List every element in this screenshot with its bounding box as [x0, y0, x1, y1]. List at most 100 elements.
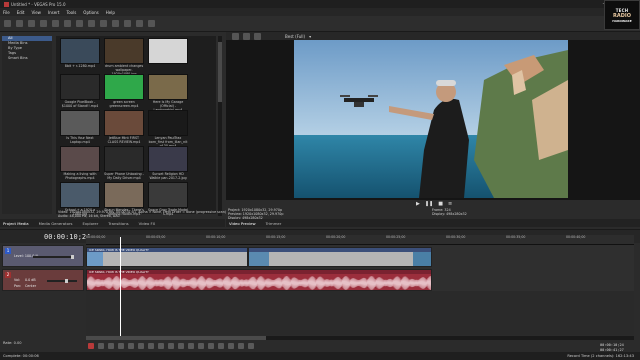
menu-edit[interactable]: Edit: [17, 10, 25, 15]
timeline-ruler[interactable]: 00:00:00;00 00:00:05;00 00:00:10;00 00:00:1…: [86, 235, 634, 245]
media-thumbnail[interactable]: Making a living with Photographs.mp4: [60, 146, 100, 184]
play-icon[interactable]: ▶: [416, 201, 420, 207]
audio-clip[interactable]: ICE SPARK, HOW IS THE VIDEO QUALITY: [86, 269, 432, 291]
split-screen-icon[interactable]: [243, 32, 250, 40]
menu-insert[interactable]: Insert: [48, 10, 59, 15]
lock-icon[interactable]: [198, 343, 204, 349]
tree-item-smart-bins[interactable]: Smart Bins: [2, 56, 52, 61]
previous-frame-icon[interactable]: [148, 343, 154, 349]
scroll-thumb[interactable]: [218, 42, 222, 102]
snap-icon[interactable]: [178, 343, 184, 349]
media-thumbnail[interactable]: drum ambient changes wallpaper-1920x1080…: [104, 38, 144, 76]
media-thumbnail[interactable]: Is This Your Next Laptop.mp4: [60, 110, 100, 148]
timeline-hscroll[interactable]: [86, 336, 634, 340]
envelope-tool-icon[interactable]: [136, 20, 143, 27]
timeline-transport: [88, 342, 254, 350]
play-from-start-icon[interactable]: [108, 343, 114, 349]
chevron-down-icon[interactable]: ▾: [309, 34, 311, 39]
media-thumbnail[interactable]: 8bit + r-1280.mp4: [60, 38, 100, 76]
left-dock-tabs: Project Media Media Generators Explorer …: [0, 219, 225, 227]
tab-media-generators[interactable]: Media Generators: [39, 221, 73, 226]
next-frame-icon[interactable]: [158, 343, 164, 349]
media-scrollbar[interactable]: [218, 36, 222, 216]
thumbnail-image: [104, 182, 144, 208]
media-thumbnail[interactable]: Lenyan PaulTrax born_first from_illan_ni…: [148, 110, 188, 148]
preview-quality[interactable]: Best (Full): [285, 34, 305, 39]
record-icon[interactable]: [88, 343, 94, 349]
status-left: Complete: 00:00:06: [3, 354, 39, 358]
thumbnail-image: [60, 74, 100, 100]
edit-tool-icon[interactable]: [124, 20, 131, 27]
scroll-thumb[interactable]: [86, 336, 266, 340]
media-thumbnail[interactable]: JetBlue Mint FIRST CLASS REVIEW.mp4: [104, 110, 144, 148]
playhead-cursor[interactable]: [120, 237, 121, 337]
trim-icon[interactable]: [238, 343, 244, 349]
pause-icon[interactable]: ❚❚: [425, 201, 433, 207]
thumbnail-image: [148, 38, 188, 64]
video-level-slider[interactable]: [33, 255, 74, 259]
playback-rate: Rate: 0.00: [3, 341, 22, 345]
cut-icon[interactable]: [64, 20, 71, 27]
media-thumbnail[interactable]: [148, 38, 188, 76]
app-icon: [4, 1, 9, 7]
tab-transitions[interactable]: Transitions: [108, 221, 128, 226]
ruler-label: 00:00:30;00: [446, 235, 466, 239]
paste-icon[interactable]: [88, 20, 95, 27]
thumbnail-image: [104, 74, 144, 100]
media-thumbnail[interactable]: Google PixelBook - $1000 of Stand!!.mp4: [60, 74, 100, 112]
menu-bar: File Edit View Insert Tools Options Help: [0, 8, 640, 16]
overlays-icon[interactable]: [254, 32, 261, 40]
tab-video-preview[interactable]: Video Preview: [229, 221, 256, 226]
split-icon[interactable]: [228, 343, 234, 349]
video-frame-image: [294, 40, 568, 198]
tab-trimmer[interactable]: Trimmer: [266, 221, 282, 226]
ruler-label: 00:00:15;00: [266, 235, 286, 239]
stop-icon[interactable]: ■: [438, 201, 443, 207]
ripple-icon[interactable]: [188, 343, 194, 349]
loop-icon[interactable]: [98, 343, 104, 349]
tab-video-fx[interactable]: Video FX: [139, 221, 156, 226]
audio-track-header[interactable]: 2 Vol: 0.0 dB Pan: Center: [2, 269, 84, 291]
video-track-header[interactable]: 1 Level: 100.0 %: [2, 245, 84, 267]
pan-value: Center: [25, 284, 37, 288]
menu-view[interactable]: View: [31, 10, 41, 15]
undo-icon[interactable]: [100, 20, 107, 27]
properties-icon[interactable]: [52, 20, 59, 27]
zoom-icon[interactable]: [248, 343, 254, 349]
menu-options[interactable]: Options: [83, 10, 98, 15]
slider-knob[interactable]: [65, 279, 68, 283]
volume-slider[interactable]: [47, 279, 77, 283]
menu-icon[interactable]: ≡: [448, 201, 452, 207]
save-icon[interactable]: [28, 20, 35, 27]
copy-icon[interactable]: [76, 20, 83, 27]
thumbnail-image: [60, 38, 100, 64]
slider-knob[interactable]: [71, 255, 74, 259]
menu-file[interactable]: File: [3, 10, 10, 15]
ruler-label: 00:00:05;00: [146, 235, 166, 239]
pause-icon[interactable]: [128, 343, 134, 349]
redo-icon[interactable]: [112, 20, 119, 27]
video-clip[interactable]: [248, 247, 432, 267]
help-icon[interactable]: [148, 20, 155, 27]
media-thumbnail[interactable]: green screen greenscreen.mp4: [104, 74, 144, 112]
media-thumbnail[interactable]: Sunset Religion HD Walkie pan-2017-2.jpg: [148, 146, 188, 184]
marker-icon[interactable]: [208, 343, 214, 349]
region-icon[interactable]: [218, 343, 224, 349]
preview-settings-icon[interactable]: [232, 32, 239, 40]
empty-timeline-area[interactable]: [86, 291, 634, 335]
menu-tools[interactable]: Tools: [66, 10, 76, 15]
stop-icon[interactable]: [138, 343, 144, 349]
tab-project-media[interactable]: Project Media: [3, 221, 29, 226]
open-icon[interactable]: [16, 20, 23, 27]
pan-label: Pan:: [14, 284, 22, 288]
video-clip[interactable]: ICE SPARK, HOW IS THE VIDEO QUALITY: [86, 247, 248, 267]
menu-help[interactable]: Help: [106, 10, 115, 15]
go-to-end-icon[interactable]: [168, 343, 174, 349]
media-thumbnail[interactable]: Here Is My Garage (Official) - Lamborghi…: [148, 74, 188, 112]
new-icon[interactable]: [4, 20, 11, 27]
render-icon[interactable]: [40, 20, 47, 27]
tab-explorer[interactable]: Explorer: [82, 221, 98, 226]
ruler-label: 00:00:40;00: [566, 235, 586, 239]
play-icon[interactable]: [118, 343, 124, 349]
media-thumbnail[interactable]: Super Phone Unboxing - My Daily Driver.m…: [104, 146, 144, 184]
